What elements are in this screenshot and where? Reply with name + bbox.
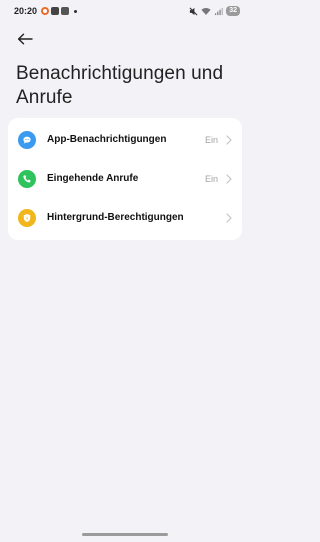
shield-icon	[18, 208, 36, 227]
chat-bubble-icon	[18, 130, 36, 149]
chevron-right-icon	[226, 134, 232, 145]
settings-card: App-Benachrichtigungen Ein Eingehende An…	[8, 118, 242, 240]
app-notification-icon	[51, 7, 60, 15]
settings-item-label: App-Benachrichtigungen	[47, 134, 167, 145]
settings-item-value: Ein	[204, 134, 218, 145]
chevron-right-icon	[226, 212, 232, 223]
battery-indicator: 32	[226, 6, 240, 16]
settings-item-value: Ein	[204, 173, 218, 184]
phone-icon	[18, 169, 36, 188]
status-time: 20:20	[14, 6, 38, 16]
notification-icons	[41, 7, 78, 15]
settings-item-label: Hintergrund-Berechtigungen	[47, 212, 184, 223]
settings-item-incoming-calls[interactable]: Eingehende Anrufe Ein	[8, 159, 242, 198]
settings-item-label: Eingehende Anrufe	[47, 173, 139, 184]
page-title: Benachrichtigungen und Anrufe	[16, 63, 224, 108]
signal-icon	[215, 7, 224, 15]
more-notifications-icon	[74, 9, 78, 13]
arrow-left-icon	[17, 33, 33, 45]
status-icons: 32	[189, 6, 240, 16]
settings-item-app-notifications[interactable]: App-Benachrichtigungen Ein	[8, 120, 242, 159]
mute-icon	[189, 7, 198, 15]
app-notification-icon	[41, 7, 50, 15]
wifi-icon	[201, 7, 211, 15]
chevron-right-icon	[226, 173, 232, 184]
status-bar: 20:20 32	[0, 0, 250, 22]
gesture-navigation-bar[interactable]	[82, 533, 168, 536]
app-notification-icon	[61, 7, 70, 15]
settings-item-background-permissions[interactable]: Hintergrund-Berechtigungen	[8, 198, 242, 237]
back-button[interactable]	[14, 28, 36, 50]
